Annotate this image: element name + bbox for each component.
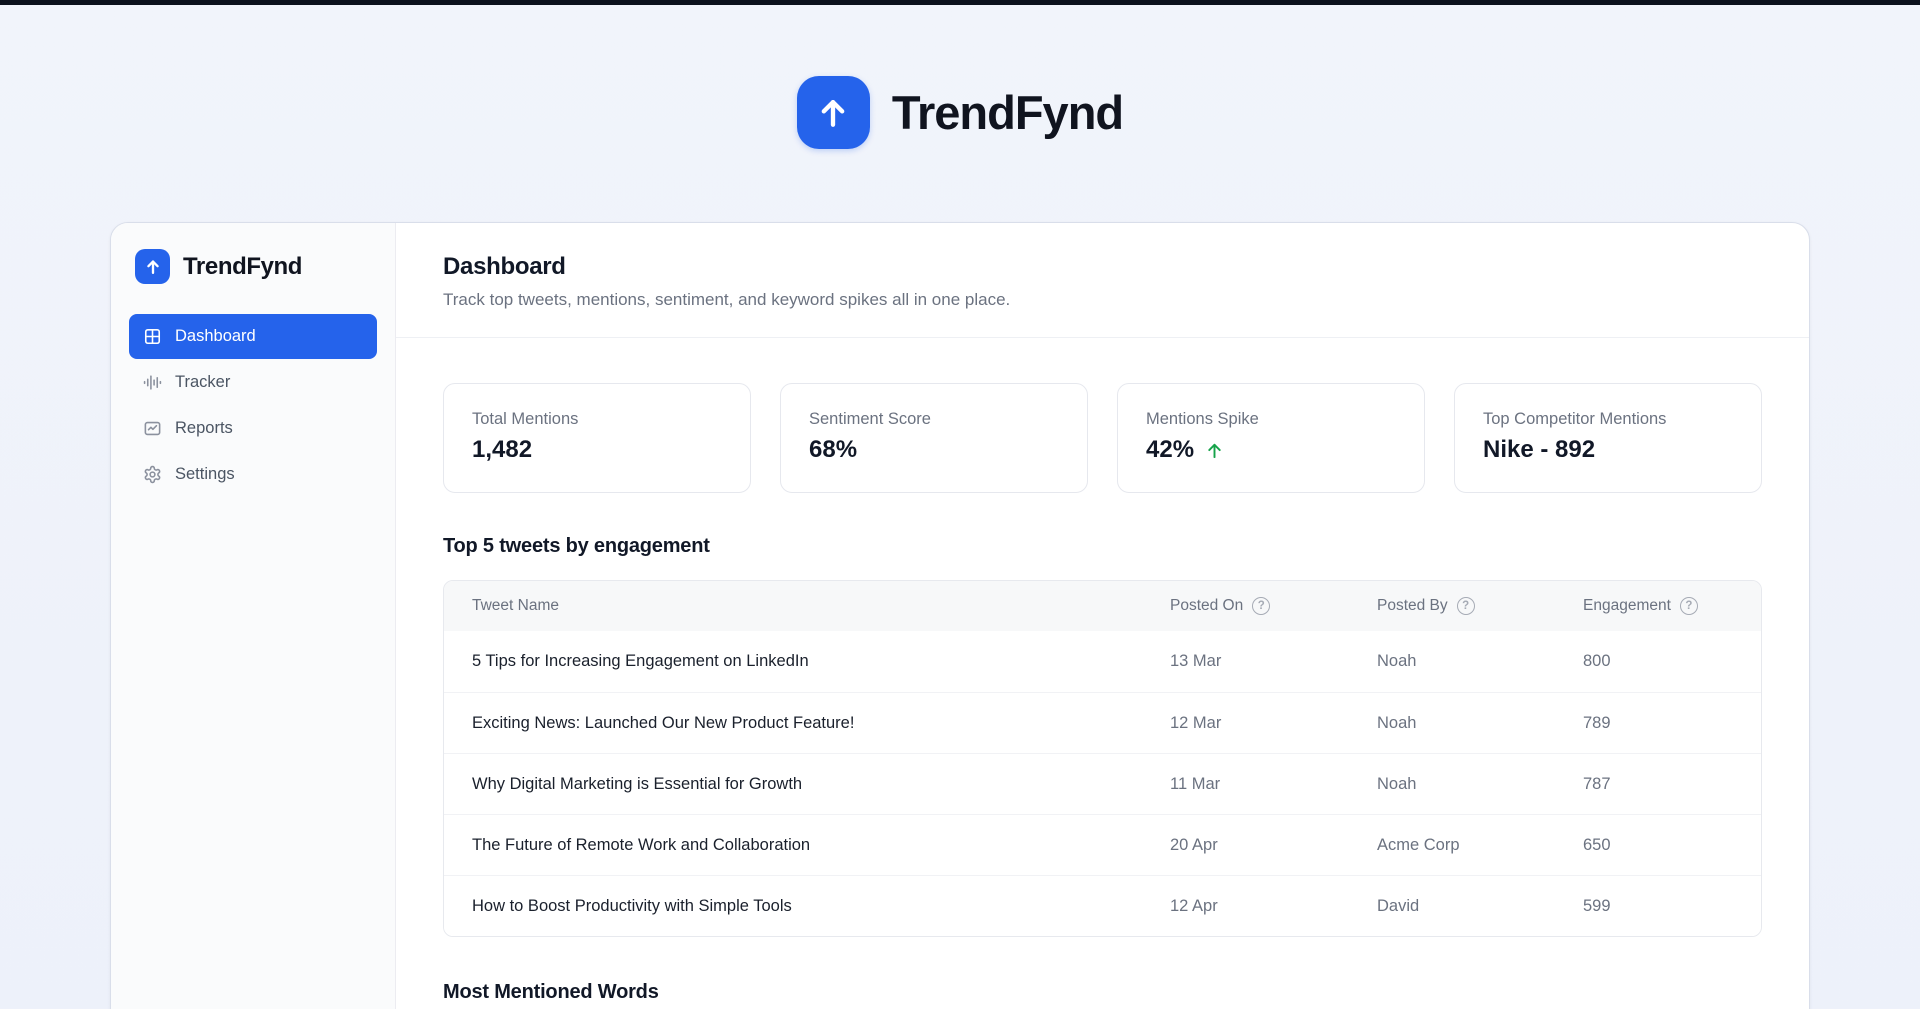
help-icon[interactable]: ? <box>1679 597 1698 615</box>
waveform-icon <box>143 373 162 392</box>
dashboard-content: Total Mentions 1,482 Sentiment Score 68%… <box>396 338 1809 1004</box>
stat-value: 1,482 <box>472 436 533 463</box>
trend-up-arrow-icon <box>1204 440 1225 461</box>
page-title: Dashboard <box>443 253 566 280</box>
stat-card-sentiment-score: Sentiment Score 68% <box>780 383 1088 493</box>
app-panel: TrendFynd Dashboard Tracker Reports Sett… <box>110 222 1810 1009</box>
engagement-cell: 787 <box>1583 774 1611 793</box>
column-label: Posted On <box>1170 597 1244 614</box>
hero-brand-name: TrendFynd <box>891 86 1124 139</box>
sidebar-item-tracker[interactable]: Tracker <box>129 360 377 405</box>
posted-on-cell: 12 Apr <box>1170 896 1218 915</box>
tweet-name-cell: The Future of Remote Work and Collaborat… <box>472 835 811 854</box>
stat-card-top-competitor: Top Competitor Mentions Nike - 892 <box>1454 383 1762 493</box>
stat-label: Total Mentions <box>472 410 579 428</box>
posted-on-cell: 13 Mar <box>1170 652 1222 670</box>
column-label: Posted By <box>1377 597 1448 614</box>
tweet-name-cell: 5 Tips for Increasing Engagement on Link… <box>472 652 809 670</box>
posted-by-cell: Noah <box>1377 713 1417 732</box>
table-row[interactable]: How to Boost Productivity with Simple To… <box>444 875 1761 936</box>
tweet-name-cell: Why Digital Marketing is Essential for G… <box>472 774 803 793</box>
column-label: Tweet Name <box>472 597 560 614</box>
main-area: Dashboard Track top tweets, mentions, se… <box>396 223 1809 1009</box>
column-header-posted-on: Posted On ? <box>1170 597 1377 615</box>
stat-value: Nike - 892 <box>1483 436 1596 463</box>
sidebar: TrendFynd Dashboard Tracker Reports Sett… <box>111 223 396 1009</box>
tweets-section-title: Top 5 tweets by engagement <box>443 535 710 557</box>
posted-by-cell: Noah <box>1377 774 1417 793</box>
column-header-engagement: Engagement ? <box>1583 597 1761 615</box>
stat-card-mentions-spike: Mentions Spike 42% <box>1117 383 1425 493</box>
up-arrow-icon <box>146 259 159 274</box>
sidebar-item-settings[interactable]: Settings <box>129 452 377 497</box>
trendfynd-logo-icon <box>796 76 870 149</box>
engagement-cell: 650 <box>1583 835 1611 854</box>
column-label: Engagement <box>1583 597 1671 614</box>
stat-card-total-mentions: Total Mentions 1,482 <box>443 383 751 493</box>
posted-by-cell: Acme Corp <box>1377 835 1460 854</box>
hero-brand: TrendFynd <box>0 76 1920 149</box>
stat-label: Top Competitor Mentions <box>1483 410 1667 428</box>
page-subtitle: Track top tweets, mentions, sentiment, a… <box>443 290 1011 309</box>
tweets-table: Tweet Name Posted On ? Posted By ? Engag… <box>443 580 1762 937</box>
help-icon[interactable]: ? <box>1456 597 1475 615</box>
engagement-cell: 599 <box>1583 896 1611 915</box>
sidebar-item-label: Tracker <box>175 373 231 391</box>
gear-icon <box>143 465 162 484</box>
sidebar-item-label: Dashboard <box>175 327 256 345</box>
posted-by-cell: Noah <box>1377 652 1417 670</box>
grid-icon <box>143 327 162 346</box>
sidebar-item-dashboard[interactable]: Dashboard <box>129 314 377 359</box>
page-header: Dashboard Track top tweets, mentions, se… <box>396 223 1809 338</box>
table-row[interactable]: Exciting News: Launched Our New Product … <box>444 692 1761 753</box>
stat-value-text: 42% <box>1146 436 1195 463</box>
column-header-tweet-name: Tweet Name <box>444 597 1170 615</box>
words-section-title: Most Mentioned Words <box>443 981 659 1003</box>
sidebar-brand: TrendFynd <box>129 249 377 284</box>
sidebar-item-label: Settings <box>175 465 235 483</box>
column-header-posted-by: Posted By ? <box>1377 597 1583 615</box>
trendfynd-logo-icon <box>135 249 170 284</box>
engagement-cell: 800 <box>1583 652 1611 670</box>
tweet-name-cell: How to Boost Productivity with Simple To… <box>472 896 792 915</box>
stat-value: 68% <box>809 436 858 463</box>
table-row[interactable]: Why Digital Marketing is Essential for G… <box>444 753 1761 814</box>
stat-cards: Total Mentions 1,482 Sentiment Score 68%… <box>443 383 1762 493</box>
posted-on-cell: 20 Apr <box>1170 835 1218 854</box>
stat-label: Mentions Spike <box>1146 410 1259 428</box>
sidebar-item-label: Reports <box>175 419 233 437</box>
posted-on-cell: 12 Mar <box>1170 713 1222 732</box>
up-arrow-icon <box>822 99 845 127</box>
sidebar-nav: Dashboard Tracker Reports Settings <box>129 314 377 497</box>
posted-on-cell: 11 Mar <box>1170 774 1221 793</box>
table-row[interactable]: 5 Tips for Increasing Engagement on Link… <box>444 631 1761 692</box>
engagement-cell: 789 <box>1583 713 1611 732</box>
tweet-name-cell: Exciting News: Launched Our New Product … <box>472 713 855 732</box>
table-header-row: Tweet Name Posted On ? Posted By ? Engag… <box>444 581 1761 631</box>
report-chart-icon <box>143 419 162 438</box>
sidebar-brand-name: TrendFynd <box>183 252 303 280</box>
posted-by-cell: David <box>1377 896 1420 915</box>
stat-label: Sentiment Score <box>809 410 931 428</box>
table-row[interactable]: The Future of Remote Work and Collaborat… <box>444 814 1761 875</box>
window-top-edge <box>0 0 1920 5</box>
sidebar-item-reports[interactable]: Reports <box>129 406 377 451</box>
stat-value: 42% <box>1146 436 1396 464</box>
help-icon[interactable]: ? <box>1252 597 1271 615</box>
